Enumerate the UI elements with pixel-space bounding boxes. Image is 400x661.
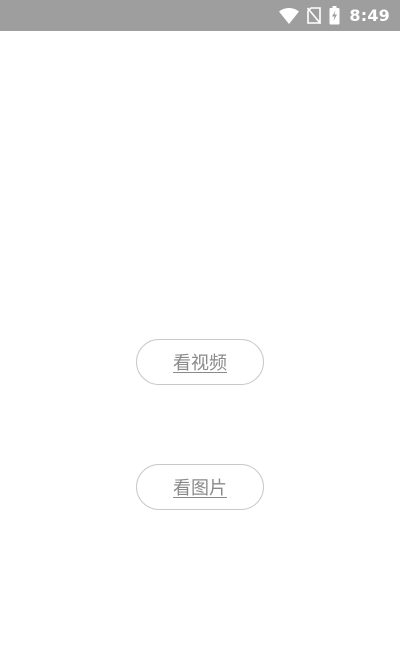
wifi-icon xyxy=(279,7,300,24)
app-screen: 8:49 看视频 看图片 xyxy=(0,0,400,661)
view-images-button[interactable]: 看图片 xyxy=(136,464,264,510)
status-bar: 8:49 xyxy=(0,0,400,31)
view-images-label: 看图片 xyxy=(173,478,227,499)
watch-video-label: 看视频 xyxy=(173,353,227,374)
battery-charging-icon xyxy=(329,6,340,25)
watch-video-button[interactable]: 看视频 xyxy=(136,339,264,385)
status-time: 8:49 xyxy=(349,6,390,25)
no-sim-icon xyxy=(307,7,322,24)
